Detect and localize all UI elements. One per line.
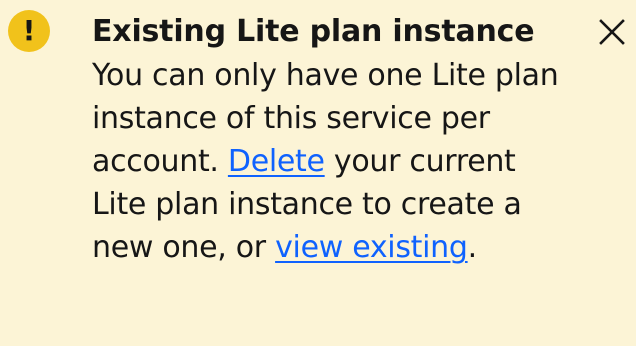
close-icon: [599, 19, 625, 45]
warning-notification: ! Existing Lite plan instance You can on…: [0, 0, 636, 346]
warning-exclamation-icon: !: [8, 10, 50, 52]
notification-subtitle: You can only have one Lite plan instance…: [92, 54, 562, 269]
view-existing-link[interactable]: view existing: [275, 230, 468, 265]
close-button[interactable]: [588, 8, 636, 56]
subtitle-text-3: .: [467, 230, 478, 265]
notification-content: Existing Lite plan instance You can only…: [92, 10, 562, 269]
delete-link[interactable]: Delete: [228, 144, 325, 179]
notification-title: Existing Lite plan instance: [92, 14, 535, 49]
